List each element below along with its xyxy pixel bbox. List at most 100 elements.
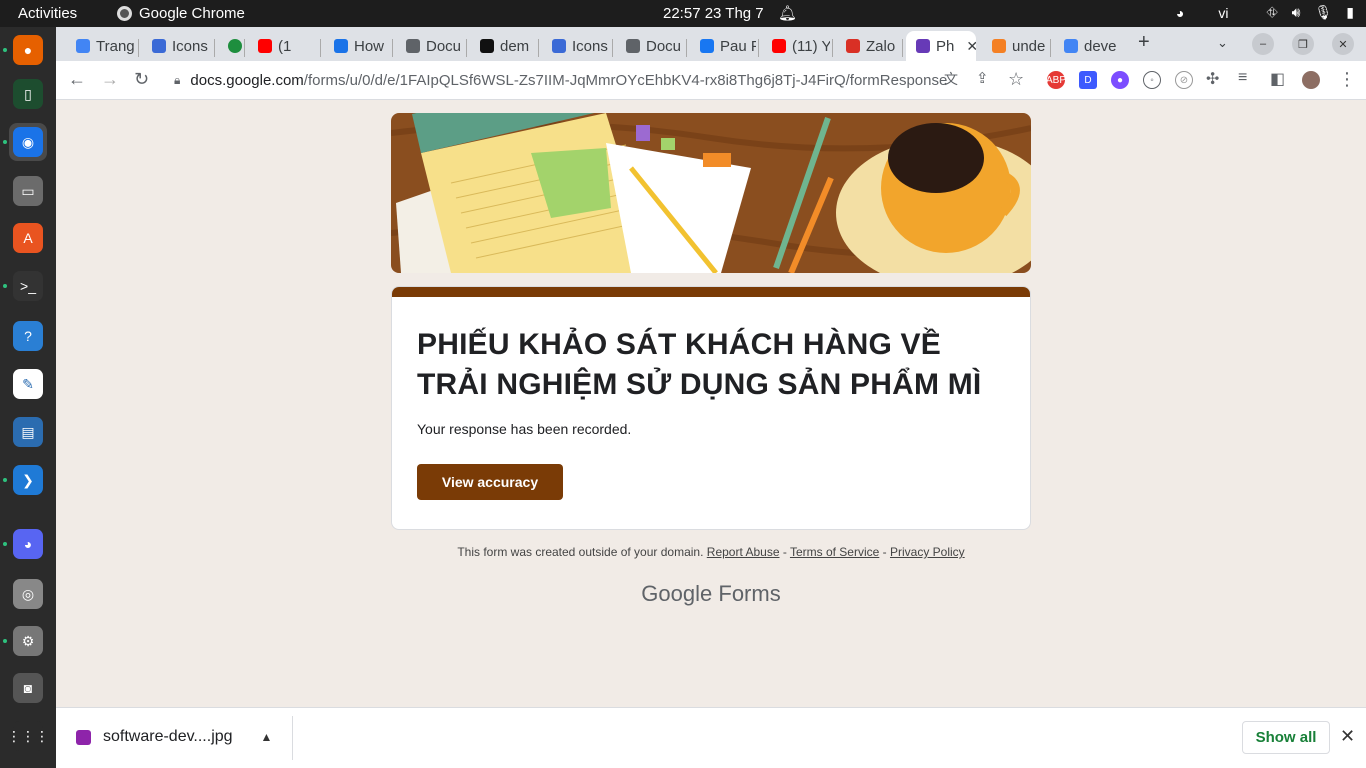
- tab-favicon-icon: [916, 39, 930, 53]
- extension-compass-icon[interactable]: ⊘: [1175, 71, 1193, 89]
- maximize-button[interactable]: ❐: [1292, 33, 1314, 55]
- view-accuracy-button[interactable]: View accuracy: [417, 464, 563, 500]
- browser-tab[interactable]: How: [324, 31, 390, 61]
- vscode-icon[interactable]: ❯: [9, 461, 47, 499]
- close-icon[interactable]: ✕: [1340, 726, 1355, 747]
- browser-tab[interactable]: [218, 31, 242, 61]
- theme-stripe: [392, 287, 1030, 297]
- tab-separator: [832, 39, 833, 57]
- translate-icon[interactable]: 文: [944, 69, 958, 89]
- dashlane-icon[interactable]: D: [1079, 71, 1097, 89]
- writer-glyph: ▤: [13, 417, 43, 447]
- address-bar[interactable]: 🔒︎ docs.google.com/forms/u/0/d/e/1FAIpQL…: [164, 65, 1034, 95]
- running-indicator: [3, 48, 7, 52]
- back-icon[interactable]: ←: [68, 69, 86, 90]
- tab-favicon-icon: [76, 39, 90, 53]
- firefox-icon[interactable]: ●: [9, 31, 47, 69]
- chevron-up-icon[interactable]: ▲: [261, 730, 273, 744]
- discord-tray-icon[interactable]: ◕: [1176, 5, 1184, 21]
- keyboard-language[interactable]: vi: [1218, 5, 1228, 21]
- browser-tab[interactable]: (11) Y: [762, 31, 830, 61]
- tab-separator: [320, 39, 321, 57]
- clock[interactable]: 22:57 23 Thg 7: [663, 5, 764, 22]
- tab-favicon-icon: [772, 39, 786, 53]
- browser-tab[interactable]: (1: [248, 31, 318, 61]
- report-abuse-link[interactable]: Report Abuse: [707, 545, 780, 559]
- volume-icon[interactable]: 🔊︎: [1292, 4, 1301, 21]
- battery-icon[interactable]: ▮: [1346, 4, 1354, 21]
- tab-label: Docu: [646, 37, 682, 55]
- disk-icon[interactable]: ◎: [9, 575, 47, 613]
- system-tray[interactable]: ◕ vi ⛗ 🔊︎ 🎙︎ ▮: [1176, 4, 1354, 21]
- tab-label: Pau F: [720, 37, 756, 55]
- browser-tab[interactable]: Trang: [66, 31, 136, 61]
- writer-icon[interactable]: ▤: [9, 413, 47, 451]
- extension-circle-icon[interactable]: ●: [1111, 71, 1129, 89]
- media-control-icon[interactable]: ≡: [1238, 69, 1247, 87]
- show-apps-icon[interactable]: ⋮⋮⋮: [7, 717, 49, 755]
- tab-separator: [138, 39, 139, 57]
- network-icon[interactable]: ⛗: [1266, 4, 1277, 21]
- chrome-menu-icon[interactable]: ⋮: [1338, 69, 1356, 90]
- chrome-icon[interactable]: ◉: [9, 123, 47, 161]
- extension-code-icon[interactable]: ◦: [1143, 71, 1161, 89]
- files-icon[interactable]: ▭: [9, 172, 47, 210]
- tab-close-icon[interactable]: ✕: [966, 38, 976, 55]
- share-icon[interactable]: ⇪: [976, 69, 989, 87]
- side-panel-icon[interactable]: ◧: [1270, 69, 1285, 89]
- forward-icon[interactable]: →: [101, 69, 119, 90]
- text-editor-glyph: ✎: [13, 369, 43, 399]
- app-menu[interactable]: Google Chrome: [117, 5, 245, 22]
- activities-button[interactable]: Activities: [18, 5, 77, 22]
- terminal-icon[interactable]: >_: [9, 267, 47, 305]
- software-center-icon[interactable]: A: [9, 219, 47, 257]
- bookmark-star-icon[interactable]: ☆: [1008, 69, 1024, 90]
- minimize-button[interactable]: –: [1252, 33, 1274, 55]
- profile-avatar[interactable]: [1302, 71, 1320, 89]
- tab-separator: [612, 39, 613, 57]
- extensions-puzzle-icon[interactable]: ✣: [1206, 69, 1219, 89]
- google-forms-logo[interactable]: Google Forms: [391, 581, 1031, 607]
- browser-tab[interactable]: Icons: [142, 31, 212, 61]
- running-indicator: [3, 284, 7, 288]
- browser-tab[interactable]: Docu: [616, 31, 684, 61]
- tab-favicon-icon: [552, 39, 566, 53]
- tab-label: dem: [500, 37, 530, 55]
- adblock-icon[interactable]: ABP: [1046, 71, 1066, 89]
- privacy-policy-link[interactable]: Privacy Policy: [890, 545, 965, 559]
- show-all-button[interactable]: Show all: [1242, 721, 1330, 754]
- chrome-small-icon: [117, 6, 132, 21]
- browser-tab[interactable]: Ph ✕: [906, 31, 976, 61]
- tab-label: Icons: [572, 37, 608, 55]
- browser-tab[interactable]: Docu: [396, 31, 464, 61]
- settings-icon[interactable]: ⚙: [9, 622, 47, 660]
- notification-bell-icon[interactable]: 🔔︎: [778, 4, 797, 22]
- tab-separator: [686, 39, 687, 57]
- discord-icon[interactable]: ◕: [9, 525, 47, 563]
- page-content: PHIẾU KHẢO SÁT KHÁCH HÀNG VỀ TRẢI NGHIỆM…: [56, 100, 1366, 707]
- browser-tab[interactable]: dem: [470, 31, 536, 61]
- reload-icon[interactable]: ↻: [134, 69, 149, 90]
- browser-tab[interactable]: Pau F: [690, 31, 756, 61]
- desk-illustration: [391, 113, 1031, 273]
- browser-tab[interactable]: Zalo: [836, 31, 900, 61]
- new-tab-button[interactable]: +: [1138, 31, 1150, 54]
- discord-glyph: ◕: [13, 529, 43, 559]
- files-glyph: ▭: [13, 176, 43, 206]
- browser-tab[interactable]: deve: [1054, 31, 1120, 61]
- screenshot-glyph: ◙: [13, 673, 43, 703]
- browser-tab[interactable]: Icons: [542, 31, 610, 61]
- software-center-glyph: A: [13, 223, 43, 253]
- help-icon[interactable]: ?: [9, 317, 47, 355]
- terminal-app-icon[interactable]: ▯: [9, 75, 47, 113]
- browser-tab[interactable]: unde: [982, 31, 1048, 61]
- tab-separator: [392, 39, 393, 57]
- tab-search-chevron-icon[interactable]: ⌄: [1217, 35, 1228, 51]
- download-item[interactable]: software-dev....jpg ▲: [76, 728, 272, 746]
- lock-icon[interactable]: 🔒︎: [174, 73, 180, 88]
- screenshot-icon[interactable]: ◙: [9, 669, 47, 707]
- terms-of-service-link[interactable]: Terms of Service: [790, 545, 879, 559]
- close-window-button[interactable]: ✕: [1332, 33, 1354, 55]
- microphone-icon[interactable]: 🎙︎: [1315, 4, 1333, 21]
- text-editor-icon[interactable]: ✎: [9, 365, 47, 403]
